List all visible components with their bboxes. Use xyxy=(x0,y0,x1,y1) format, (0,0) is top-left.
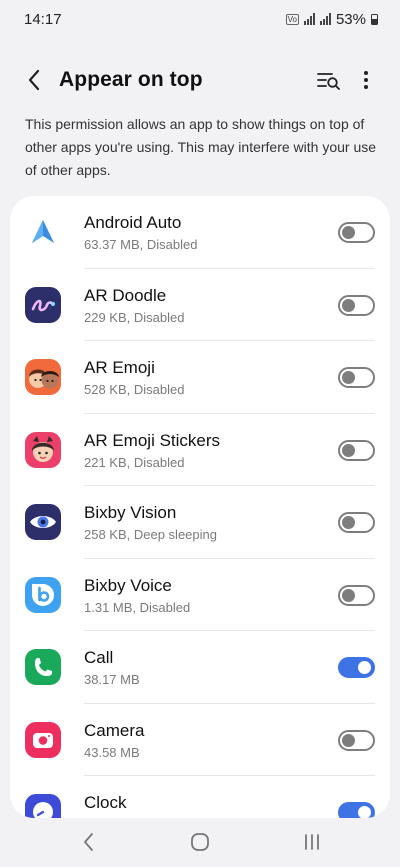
toggle-knob xyxy=(358,661,371,674)
permission-toggle[interactable] xyxy=(338,729,375,751)
status-bar: 14:17 Vo 53% xyxy=(0,0,400,38)
signal-icon-2 xyxy=(319,13,331,25)
app-name: AR Doodle xyxy=(84,285,167,305)
nav-back-icon xyxy=(84,833,93,851)
permission-toggle[interactable] xyxy=(338,294,375,316)
ar-doodle-icon xyxy=(25,286,61,323)
list-item-ar-doodle[interactable]: AR Doodle 229 KB, Disabled xyxy=(10,269,390,341)
nav-home-icon xyxy=(191,833,209,851)
page-title: Appear on top xyxy=(59,68,203,91)
permission-toggle[interactable] xyxy=(338,802,375,818)
permission-toggle[interactable] xyxy=(338,222,375,243)
list-item-ar-emoji-stickers[interactable]: AR Emoji Stickers 221 KB, Disabled xyxy=(10,414,390,486)
clock-icon xyxy=(25,794,61,818)
app-info: 1.31 MB, Disabled xyxy=(84,599,191,615)
list-item-bixby-voice[interactable]: Bixby Voice 1.31 MB, Disabled xyxy=(10,559,390,631)
phone-icon xyxy=(25,649,61,685)
app-info: 43.58 MB xyxy=(84,744,140,760)
toggle-knob xyxy=(342,371,355,384)
toggle-knob xyxy=(342,443,355,457)
app-name: AR Emoji xyxy=(84,358,155,377)
toggle-knob xyxy=(342,226,355,239)
app-name: Bixby Vision xyxy=(84,503,177,522)
permission-toggle[interactable] xyxy=(338,367,375,388)
list-item-bixby-vision[interactable]: Bixby Vision 258 KB, Deep sleeping xyxy=(10,486,390,559)
list-search-icon xyxy=(317,73,340,90)
signal-icon xyxy=(303,13,315,25)
ar-emoji-stickers-icon xyxy=(25,431,61,468)
permission-toggle[interactable] xyxy=(338,439,375,461)
battery-icon xyxy=(371,13,378,25)
app-info: 221 KB, Disabled xyxy=(84,454,185,470)
list-item-camera[interactable]: Camera 43.58 MB xyxy=(10,704,390,776)
navigation-bar xyxy=(0,818,400,867)
toggle-knob xyxy=(342,516,355,529)
permission-toggle[interactable] xyxy=(338,657,375,678)
toggle-knob xyxy=(358,806,371,818)
toggle-knob xyxy=(342,588,355,602)
app-name: Camera xyxy=(84,720,145,740)
bixby-vision-icon xyxy=(25,504,61,540)
app-name: AR Emoji Stickers xyxy=(84,430,221,450)
app-info: 38.17 MB xyxy=(84,672,140,687)
app-info: 528 KB, Disabled xyxy=(84,382,185,397)
app-info: 63.37 MB, Disabled xyxy=(84,237,198,252)
permission-toggle[interactable] xyxy=(338,512,375,533)
app-name: Android Auto xyxy=(84,213,182,232)
camera-icon xyxy=(25,721,61,758)
permission-description: This permission allows an app to show th… xyxy=(25,116,377,178)
status-icons: Vo 53% xyxy=(285,10,378,28)
battery-percent: 53% xyxy=(335,10,366,28)
bixby-voice-icon xyxy=(25,576,61,613)
nav-recents-icon xyxy=(305,834,319,850)
search-button[interactable] xyxy=(315,67,343,93)
status-time: 14:17 xyxy=(24,10,62,28)
list-item-call[interactable]: Call 38.17 MB xyxy=(10,631,390,704)
more-options-button[interactable] xyxy=(354,67,378,93)
list-item-android-auto[interactable]: Android Auto 63.37 MB, Disabled xyxy=(10,196,390,269)
app-info: 258 KB, Deep sleeping xyxy=(84,527,217,542)
app-name: Bixby Voice xyxy=(84,575,172,595)
app-name: Call xyxy=(84,648,114,667)
header: Appear on top xyxy=(0,58,400,102)
list-item-clock[interactable]: Clock xyxy=(10,776,390,818)
ar-emoji-icon xyxy=(25,359,61,395)
app-info: 229 KB, Disabled xyxy=(84,309,185,325)
toggle-knob xyxy=(342,298,355,312)
back-button[interactable] xyxy=(20,66,48,94)
nav-back-button[interactable] xyxy=(68,828,108,856)
list-item-ar-emoji[interactable]: AR Emoji 528 KB, Disabled xyxy=(10,341,390,414)
app-name: Clock xyxy=(84,793,127,812)
more-vertical-icon xyxy=(364,71,368,89)
app-list: Android Auto 63.37 MB, Disabled AR Doodl… xyxy=(10,196,390,818)
android-auto-icon xyxy=(25,214,61,250)
toggle-knob xyxy=(342,733,355,747)
permission-toggle[interactable] xyxy=(338,584,375,606)
chevron-left-icon xyxy=(28,69,40,91)
volte-icon: Vo xyxy=(285,13,299,25)
nav-recents-button[interactable] xyxy=(292,828,332,856)
nav-home-button[interactable] xyxy=(180,828,220,856)
